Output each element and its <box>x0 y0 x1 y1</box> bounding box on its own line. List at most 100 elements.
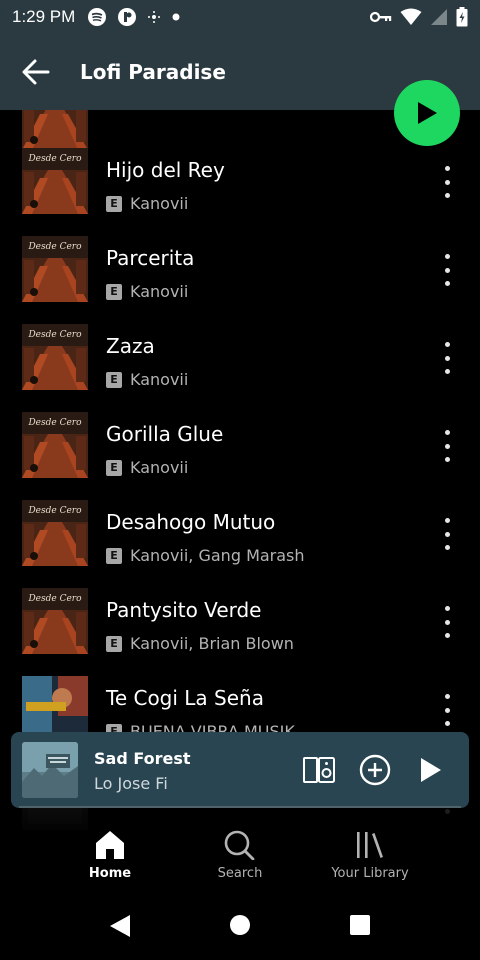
mini-player-artist: Lo Jose Fi <box>94 774 168 793</box>
track-title: Desahogo Mutuo <box>106 510 276 534</box>
track-artist: Kanovii <box>130 194 189 213</box>
nav-search-label: Search <box>217 866 263 881</box>
mini-play-button[interactable] <box>413 752 449 788</box>
more-dot <box>444 531 450 537</box>
nav-search[interactable]: Search <box>180 830 300 881</box>
album-art: Desde Cero <box>22 148 88 214</box>
more-dot <box>444 254 450 259</box>
more-dot <box>444 545 450 550</box>
connect-device-button[interactable] <box>301 752 337 788</box>
status-bar: 1:29 PM <box>0 0 480 34</box>
explicit-badge: E <box>106 283 122 300</box>
spotify-icon <box>88 8 107 26</box>
track-title: Zaza <box>106 334 155 358</box>
play-icon <box>418 102 437 124</box>
track-subtitle: E Kanovii, Gang Marash <box>106 546 305 565</box>
more-dot <box>444 694 450 699</box>
explicit-badge: E <box>106 459 122 476</box>
track-artist: Kanovii <box>130 458 189 477</box>
track-title: Parcerita <box>106 246 195 270</box>
back-button[interactable] <box>18 54 54 90</box>
track-title: Hijo del Rey <box>106 158 225 182</box>
page-title: Lofi Paradise <box>80 60 226 84</box>
track-row[interactable]: Desde Cero Parcerita E Kanovii <box>0 226 480 314</box>
more-dot <box>444 619 450 625</box>
album-art-text: Desde Cero <box>27 506 82 516</box>
more-dot <box>444 430 450 435</box>
add-circle-icon <box>359 754 391 786</box>
add-to-library-button[interactable] <box>357 752 393 788</box>
more-dot <box>444 457 450 462</box>
more-dot <box>444 369 450 374</box>
nav-home-label: Home <box>88 866 132 881</box>
more-dot <box>444 193 450 198</box>
home-circle-icon[interactable] <box>229 914 251 936</box>
dot-icon <box>172 13 180 21</box>
album-art: Desde Cero <box>22 588 88 654</box>
nav-library-label: Your Library <box>331 866 409 881</box>
track-subtitle: E Kanovii, Brian Blown <box>106 634 294 653</box>
track-row[interactable]: Desde Cero Pantysito Verde E Kanovii, Brian… <box>0 578 480 666</box>
more-dot <box>444 721 450 726</box>
track-row[interactable]: Desde Cero Zaza E Kanovii <box>0 314 480 402</box>
track-row[interactable]: Desde Cero Hijo del Rey E Kanovii <box>0 138 480 226</box>
explicit-badge: E <box>106 547 122 564</box>
arrow-left-icon <box>22 59 50 85</box>
explicit-badge: E <box>106 371 122 388</box>
play-icon <box>421 758 441 782</box>
mini-player-progress <box>19 806 461 808</box>
track-title: Te Cogi La Seña <box>106 686 264 710</box>
mini-player-album-art <box>22 742 78 798</box>
album-art-text: Desde Cero <box>27 242 82 252</box>
album-art-text: Desde Cero <box>27 330 82 340</box>
more-dot <box>444 707 450 713</box>
battery-icon <box>456 7 468 27</box>
nav-library[interactable]: Your Library <box>310 830 430 881</box>
more-options-button[interactable] <box>436 694 458 726</box>
status-system-icons <box>370 7 468 27</box>
search-icon <box>224 830 255 860</box>
more-dot <box>444 179 450 185</box>
system-navigation-bar <box>0 890 480 960</box>
track-artist: Kanovii <box>130 282 189 301</box>
more-options-button[interactable] <box>436 518 458 550</box>
more-dot <box>444 267 450 273</box>
album-art: Desde Cero <box>22 412 88 478</box>
explicit-badge: E <box>106 195 122 212</box>
more-options-button[interactable] <box>436 606 458 638</box>
more-dot <box>444 355 450 361</box>
mini-player[interactable]: Sad Forest Lo Jose Fi <box>11 732 469 808</box>
album-art: Desde Cero <box>22 500 88 566</box>
more-dot <box>444 281 450 286</box>
track-row[interactable]: Desde Cero Gorilla Glue E Kanovii <box>0 402 480 490</box>
album-art: Desde Cero <box>22 324 88 390</box>
more-dot <box>444 443 450 449</box>
track-row[interactable]: Desde Cero Desahogo Mutuo E Kanovii, Gang M… <box>0 490 480 578</box>
nav-home[interactable]: Home <box>50 830 170 881</box>
home-icon <box>96 831 124 859</box>
recents-square-icon[interactable] <box>349 914 371 936</box>
wifi-icon <box>400 8 422 25</box>
more-options-button[interactable] <box>436 342 458 374</box>
track-artist: Kanovii, Gang Marash <box>130 546 305 565</box>
library-icon <box>357 832 383 858</box>
album-art-text: Desde Cero <box>27 418 82 428</box>
more-options-button[interactable] <box>436 430 458 462</box>
more-dot <box>444 518 450 523</box>
explicit-badge: E <box>106 635 122 652</box>
mini-player-title: Sad Forest <box>94 749 191 768</box>
bottom-navigation: Home Search Your Library <box>0 808 480 890</box>
connect-device-icon <box>303 757 335 783</box>
more-dot <box>444 606 450 611</box>
back-triangle-icon[interactable] <box>108 914 132 938</box>
play-button[interactable] <box>394 80 460 146</box>
track-subtitle: E Kanovii <box>106 370 188 389</box>
track-subtitle: E Kanovii <box>106 282 188 301</box>
status-time: 1:29 PM <box>12 7 76 26</box>
status-notification-icons <box>87 7 181 27</box>
album-art-text: Desde Cero <box>27 154 82 164</box>
more-options-button[interactable] <box>436 166 458 198</box>
track-subtitle: E Kanovii <box>106 458 188 477</box>
more-dot <box>444 633 450 638</box>
more-options-button[interactable] <box>436 254 458 286</box>
